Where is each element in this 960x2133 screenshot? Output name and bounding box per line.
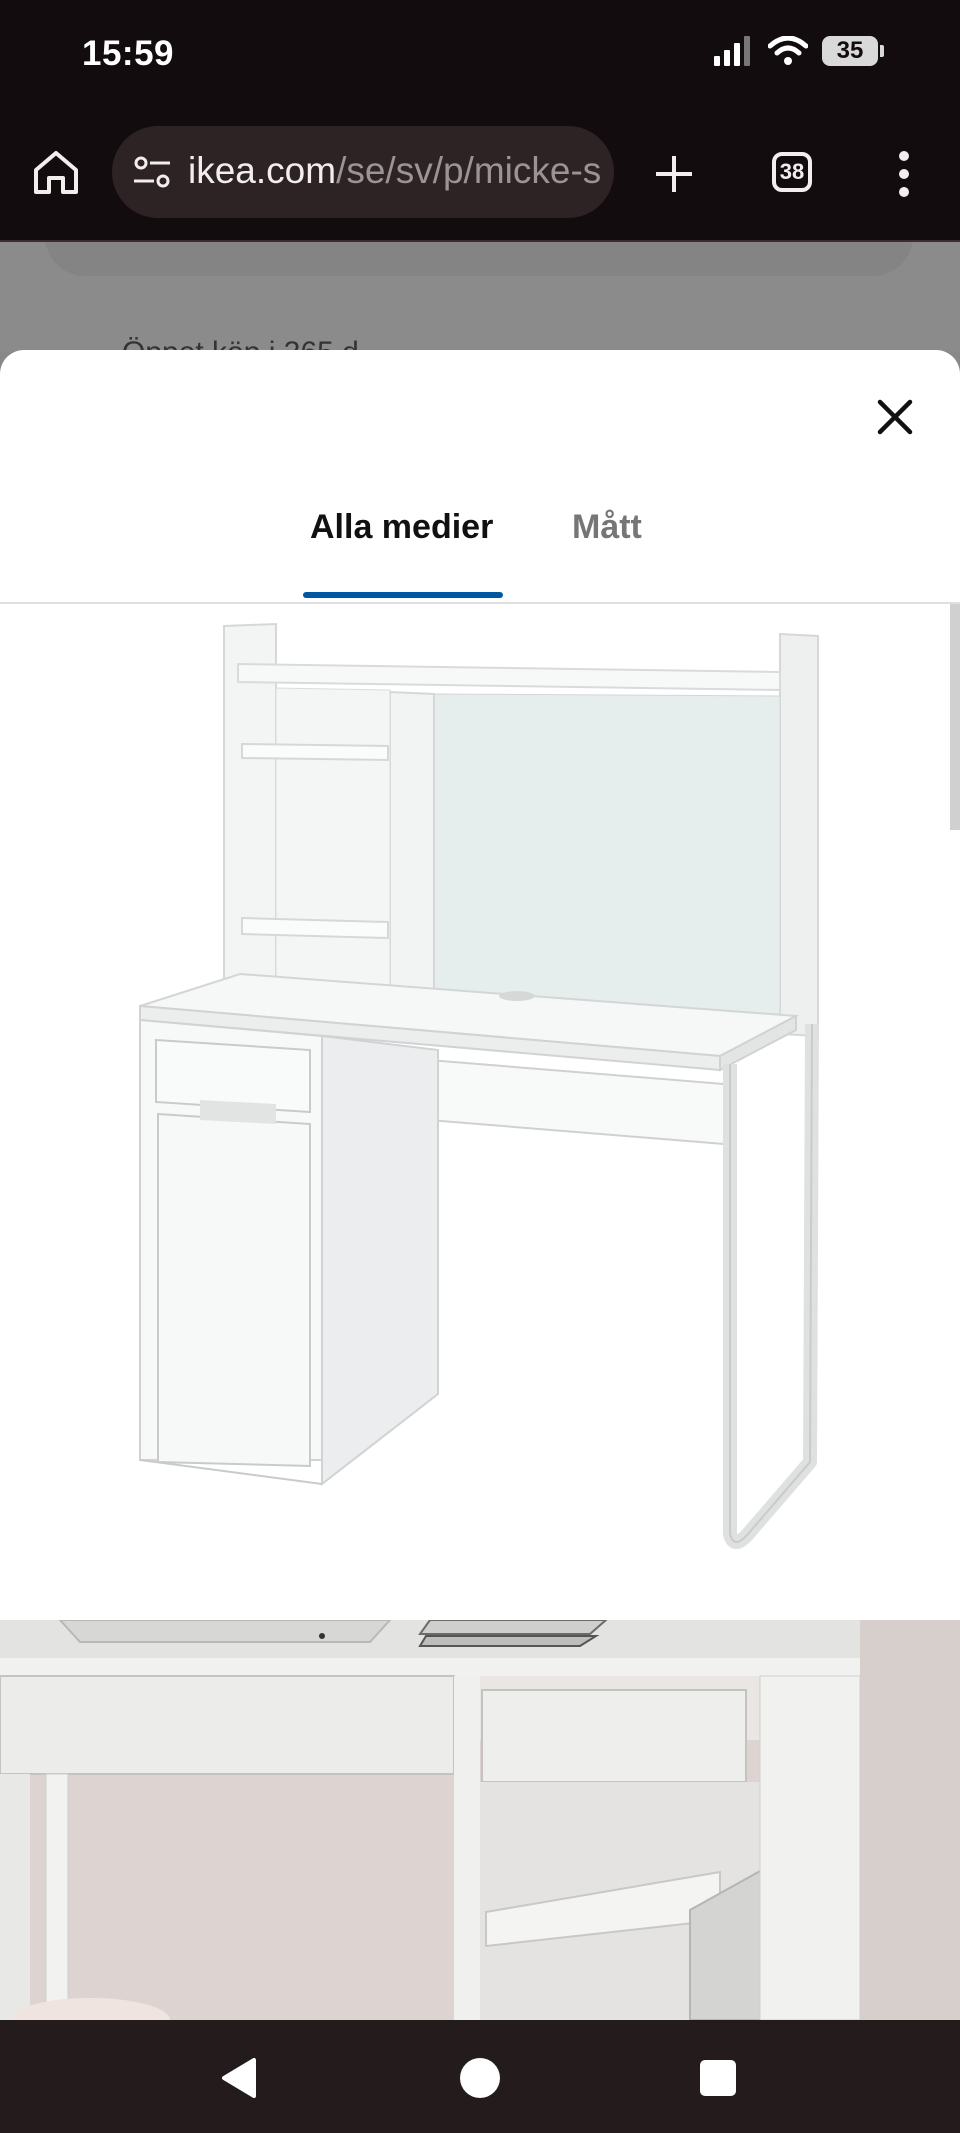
- close-icon[interactable]: [874, 396, 916, 438]
- tab-selected-indicator: [303, 592, 503, 598]
- url-text[interactable]: ikea.com/se/sv/p/micke-s: [188, 150, 601, 192]
- home-icon[interactable]: [30, 146, 82, 198]
- browser-toolbar: ikea.com/se/sv/p/micke-s 38: [0, 110, 960, 242]
- product-image-closeup[interactable]: [0, 1620, 960, 2020]
- wifi-icon: [768, 36, 808, 65]
- product-image-desk[interactable]: [0, 604, 960, 1622]
- tab-dimensions[interactable]: Mått: [572, 508, 642, 547]
- nav-recents-icon[interactable]: [696, 2056, 740, 2100]
- media-tabs: Alla medier Mått: [0, 500, 960, 604]
- tab-all-media[interactable]: Alla medier: [310, 508, 493, 547]
- status-icons: 35: [714, 36, 884, 66]
- background-card: [45, 242, 913, 276]
- new-tab-icon[interactable]: [652, 152, 696, 196]
- desk-illustration: [0, 604, 960, 1622]
- url-host: ikea.com: [188, 150, 337, 191]
- nav-back-icon[interactable]: [218, 2056, 262, 2100]
- more-vert-icon[interactable]: [898, 150, 910, 198]
- url-path: /se/sv/p/micke-s: [336, 150, 602, 191]
- status-time: 15:59: [82, 34, 175, 73]
- tab-switcher-icon[interactable]: 38: [772, 152, 812, 192]
- media-sheet: Alla medier Mått: [0, 350, 960, 2020]
- scrollbar[interactable]: [950, 604, 960, 830]
- background-page: Öppet köp i 365 d: [0, 242, 960, 352]
- address-bar[interactable]: ikea.com/se/sv/p/micke-s: [112, 126, 614, 218]
- system-nav-bar: [0, 2020, 960, 2133]
- site-info-icon[interactable]: [132, 154, 172, 190]
- battery-indicator: 35: [822, 36, 884, 66]
- signal-icon: [714, 36, 750, 66]
- status-bar: 15:59 35: [0, 0, 960, 110]
- closeup-illustration: [0, 1620, 960, 2020]
- nav-home-icon[interactable]: [458, 2056, 502, 2100]
